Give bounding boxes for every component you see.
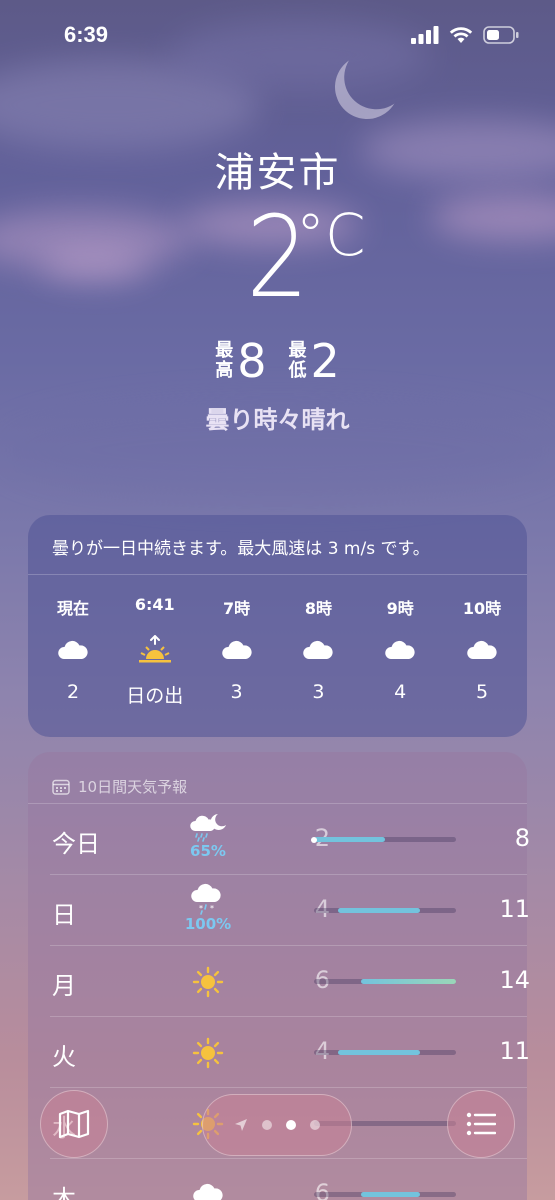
sunrise-icon	[137, 635, 173, 665]
hour-column: 7時 3	[206, 575, 268, 708]
low-value: 2	[310, 334, 340, 388]
hour-temp: 日の出	[126, 685, 184, 707]
forecast-day: 木	[52, 1185, 76, 1200]
hourly-list[interactable]: 現在 2 6:41 日の出 7時 3 8時 3 9時 4 10時 5	[28, 575, 527, 708]
hour-label: 10時	[462, 599, 502, 618]
low-label: 最 低	[288, 340, 307, 381]
high-label: 最 高	[215, 340, 234, 381]
hour-temp: 2	[66, 681, 80, 703]
forecast-row[interactable]: 日 * * 100% 4 11	[50, 875, 530, 946]
forecast-row[interactable]: 月 6 14	[50, 946, 530, 1017]
hour-column: 現在 2	[42, 575, 104, 708]
forecast-day: 月	[52, 972, 76, 1000]
current-weather: 浦安市 2 °C 最 高 8 最 低 2 曇り時々晴れ	[0, 140, 555, 434]
calendar-icon	[52, 779, 70, 795]
cloud-icon	[180, 1179, 236, 1200]
hour-label: 9時	[386, 599, 414, 618]
hour-label: 8時	[304, 599, 332, 618]
battery-icon	[483, 26, 519, 44]
hour-temp: 5	[475, 681, 489, 703]
current-temp-dot	[311, 836, 317, 843]
page-dot-active	[286, 1120, 296, 1130]
status-icons	[411, 26, 519, 44]
list-icon	[466, 1112, 496, 1136]
cloud-icon	[55, 635, 91, 665]
temp-range-fill	[314, 837, 385, 842]
low-temp: 最 低 2	[289, 338, 340, 384]
temp-range-bar	[314, 979, 456, 984]
page-indicator[interactable]	[202, 1094, 352, 1156]
temperature-unit: °C	[296, 201, 366, 269]
hour-temp: 3	[312, 681, 325, 703]
precipitation-chance: 100%	[184, 915, 232, 933]
hour-column: 6:41 日の出	[124, 575, 186, 708]
hour-temp: 4	[394, 681, 407, 703]
page-dot	[310, 1120, 320, 1130]
temp-range-bar	[314, 1192, 456, 1197]
hourly-forecast-card[interactable]: 曇りが一日中続きます。最大風速は 3 m/s です。 現在 2 6:41 日の出…	[28, 515, 527, 737]
snow-rain-cloud-icon: * * 100%	[180, 883, 236, 933]
sun-icon	[180, 966, 236, 998]
high-low: 最 高 8 最 低 2	[0, 338, 555, 384]
page-dot	[262, 1120, 272, 1130]
forecast-high: 14	[499, 966, 530, 994]
status-bar: 6:39	[0, 0, 555, 72]
forecast-day: 今日	[52, 830, 100, 858]
clock: 6:39	[64, 22, 109, 47]
hour-column: 8時 3	[287, 575, 349, 708]
cloud-icon	[300, 635, 336, 665]
temp-range-fill	[361, 1192, 421, 1197]
temp-range-bar	[311, 836, 456, 843]
forecast-row[interactable]: 火 4 11	[50, 1017, 530, 1088]
temp-range-fill	[337, 908, 421, 913]
location-arrow-icon	[235, 1119, 247, 1131]
high-value: 8	[237, 334, 267, 388]
hour-column: 9時 4	[369, 575, 431, 708]
cloud-icon	[219, 635, 255, 665]
bottom-toolbar	[0, 1090, 555, 1162]
forecast-high: 11	[499, 1037, 530, 1065]
hour-label: 現在	[56, 599, 89, 618]
forecast-header: 10日間天気予報	[28, 752, 527, 804]
temp-range-fill	[361, 979, 456, 984]
current-temperature: 2 °C	[0, 202, 555, 314]
hour-label: 7時	[223, 599, 251, 618]
weather-summary: 曇りが一日中続きます。最大風速は 3 m/s です。	[28, 515, 527, 575]
forecast-high: 11	[499, 895, 530, 923]
hour-temp: 3	[230, 681, 243, 703]
forecast-high: 8	[514, 824, 530, 852]
forecast-row[interactable]: 木 6	[50, 1159, 527, 1200]
high-temp: 最 高 8	[215, 338, 266, 384]
cloud-icon	[464, 635, 500, 665]
svg-text:*: *	[210, 904, 214, 913]
forecast-row[interactable]: 今日 65% 2 8	[50, 804, 530, 875]
hour-label: 6:41	[134, 595, 175, 614]
forecast-day: 火	[52, 1043, 76, 1071]
map-button[interactable]	[40, 1090, 108, 1158]
city-name: 浦安市	[214, 150, 341, 196]
temp-range-bar	[314, 1050, 456, 1055]
cellular-signal-icon	[411, 26, 439, 44]
locations-list-button[interactable]	[447, 1090, 515, 1158]
precipitation-chance: 65%	[190, 842, 226, 860]
sun-icon	[180, 1037, 236, 1069]
temp-range-bar	[314, 908, 456, 913]
cloud-icon	[382, 635, 418, 665]
forecast-title: 10日間天気予報	[78, 778, 188, 796]
forecast-day: 日	[52, 901, 76, 929]
hour-column: 10時 5	[451, 575, 513, 708]
condition-text: 曇り時々晴れ	[205, 406, 350, 434]
map-icon	[58, 1109, 90, 1139]
wifi-icon	[449, 27, 473, 43]
temp-range-fill	[337, 1050, 421, 1055]
rain-moon-cloud-icon: 65%	[180, 812, 236, 860]
